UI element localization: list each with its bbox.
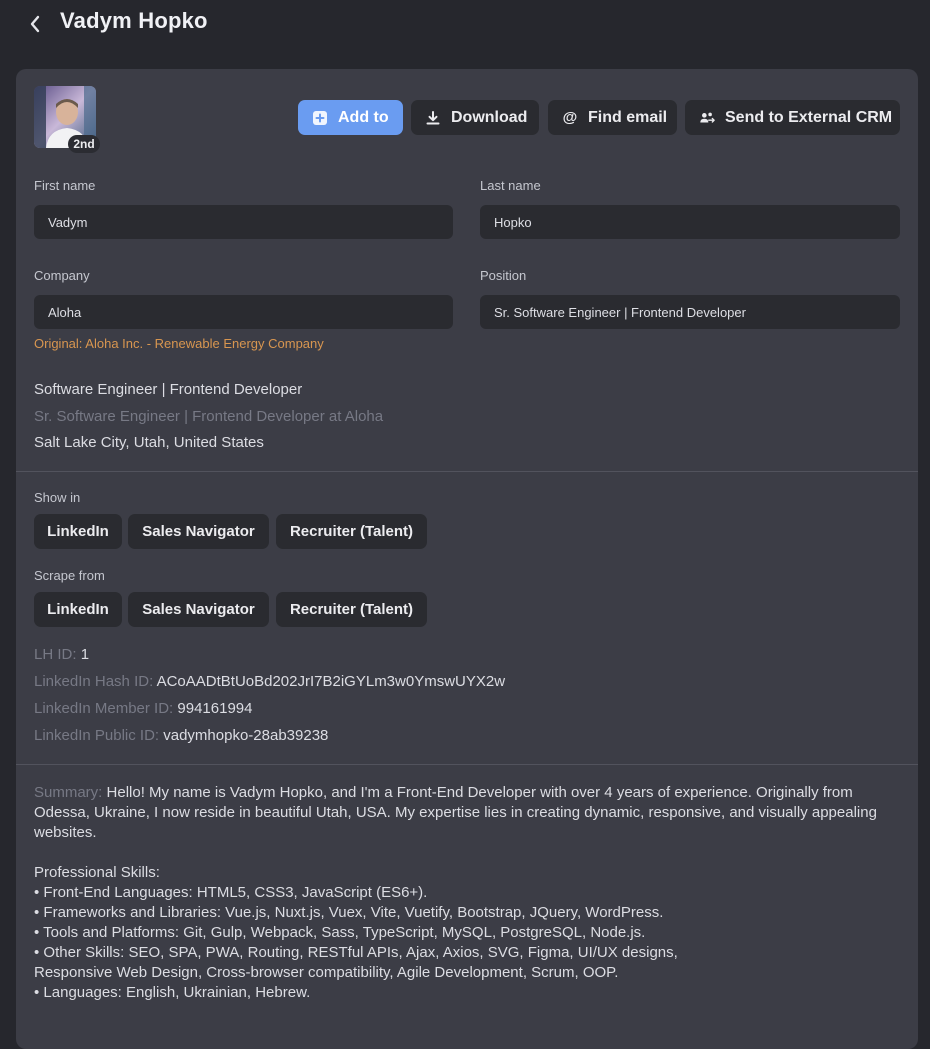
download-button[interactable]: Download (411, 100, 539, 135)
skill-item: • Frameworks and Libraries: Vue.js, Nuxt… (34, 904, 664, 921)
summary: Summary: Hello! My name is Vadym Hopko, … (34, 783, 904, 1003)
skill-item: • Tools and Platforms: Git, Gulp, Webpac… (34, 924, 646, 941)
section-divider (16, 764, 918, 765)
show-in-sales-navigator-chip[interactable]: Sales Navigator (128, 514, 269, 549)
scrape-from-sales-navigator-chip[interactable]: Sales Navigator (128, 592, 269, 627)
current-position: Sr. Software Engineer | Frontend Develop… (34, 408, 384, 425)
skill-item: • Languages: English, Ukrainian, Hebrew. (34, 984, 311, 1001)
last-name-label: Last name (480, 178, 541, 193)
public-id-label: LinkedIn Public ID: (34, 727, 160, 744)
company-label: Company (34, 268, 90, 283)
add-to-label: Add to (338, 108, 389, 126)
member-id-label: LinkedIn Member ID: (34, 700, 174, 717)
linkedin-hash-id: LinkedIn Hash ID: ACoAADtBtUoBd202JrI7B2… (34, 673, 505, 690)
headline: Software Engineer | Frontend Developer (34, 381, 303, 398)
position-input[interactable] (480, 295, 900, 329)
add-to-button[interactable]: Add to (298, 100, 403, 135)
show-in-label: Show in (34, 490, 81, 505)
public-id-value: vadymhopko-28ab39238 (163, 727, 329, 744)
skill-item: Responsive Web Design, Cross-browser com… (34, 964, 619, 981)
skill-item: • Front-End Languages: HTML5, CSS3, Java… (34, 884, 428, 901)
top-bar: Vadym Hopko (0, 0, 930, 50)
add-list-icon (312, 110, 328, 126)
chevron-left-icon (30, 15, 40, 33)
summary-label: Summary: (34, 784, 103, 801)
linkedin-member-id: LinkedIn Member ID: 994161994 (34, 700, 253, 717)
send-to-crm-button[interactable]: Send to External CRM (685, 100, 900, 135)
hash-id-label: LinkedIn Hash ID: (34, 673, 154, 690)
hash-id-value: ACoAADtBtUoBd202JrI7B2iGYLm3w0YmswUYX2w (156, 673, 506, 690)
send-to-crm-label: Send to External CRM (725, 108, 893, 126)
profile-card: 2nd Add to Download @ Find email Send to… (16, 69, 918, 1049)
back-button[interactable] (22, 10, 48, 38)
at-sign-icon: @ (562, 109, 578, 126)
scrape-from-recruiter-chip[interactable]: Recruiter (Talent) (276, 592, 427, 627)
last-name-input[interactable] (480, 205, 900, 239)
first-name-input[interactable] (34, 205, 453, 239)
users-transfer-icon (699, 110, 715, 126)
lh-id-value: 1 (80, 646, 90, 663)
original-company-note: Original: Aloha Inc. - Renewable Energy … (34, 336, 324, 351)
company-input[interactable] (34, 295, 453, 329)
lh-id-label: LH ID: (34, 646, 77, 663)
skills-heading: Professional Skills: (34, 864, 160, 881)
page-title: Vadym Hopko (60, 8, 208, 33)
linkedin-public-id: LinkedIn Public ID: vadymhopko-28ab39238 (34, 727, 328, 744)
find-email-button[interactable]: @ Find email (548, 100, 677, 135)
lh-id: LH ID: 1 (34, 646, 89, 663)
member-id-value: 994161994 (177, 700, 253, 717)
first-name-label: First name (34, 178, 96, 193)
section-divider (16, 471, 918, 472)
summary-intro-text: Hello! My name is Vadym Hopko, and I'm a… (34, 784, 877, 841)
download-label: Download (451, 108, 528, 126)
location: Salt Lake City, Utah, United States (34, 434, 264, 451)
position-label: Position (480, 268, 527, 283)
connection-degree-badge: 2nd (68, 135, 100, 153)
show-in-linkedin-chip[interactable]: LinkedIn (34, 514, 122, 549)
scrape-from-label: Scrape from (34, 568, 105, 583)
show-in-recruiter-chip[interactable]: Recruiter (Talent) (276, 514, 427, 549)
skill-item: • Other Skills: SEO, SPA, PWA, Routing, … (34, 944, 678, 961)
summary-intro: Summary: Hello! My name is Vadym Hopko, … (34, 783, 904, 843)
find-email-label: Find email (588, 108, 668, 126)
summary-spacer (34, 843, 904, 863)
scrape-from-linkedin-chip[interactable]: LinkedIn (34, 592, 122, 627)
download-icon (425, 110, 441, 126)
